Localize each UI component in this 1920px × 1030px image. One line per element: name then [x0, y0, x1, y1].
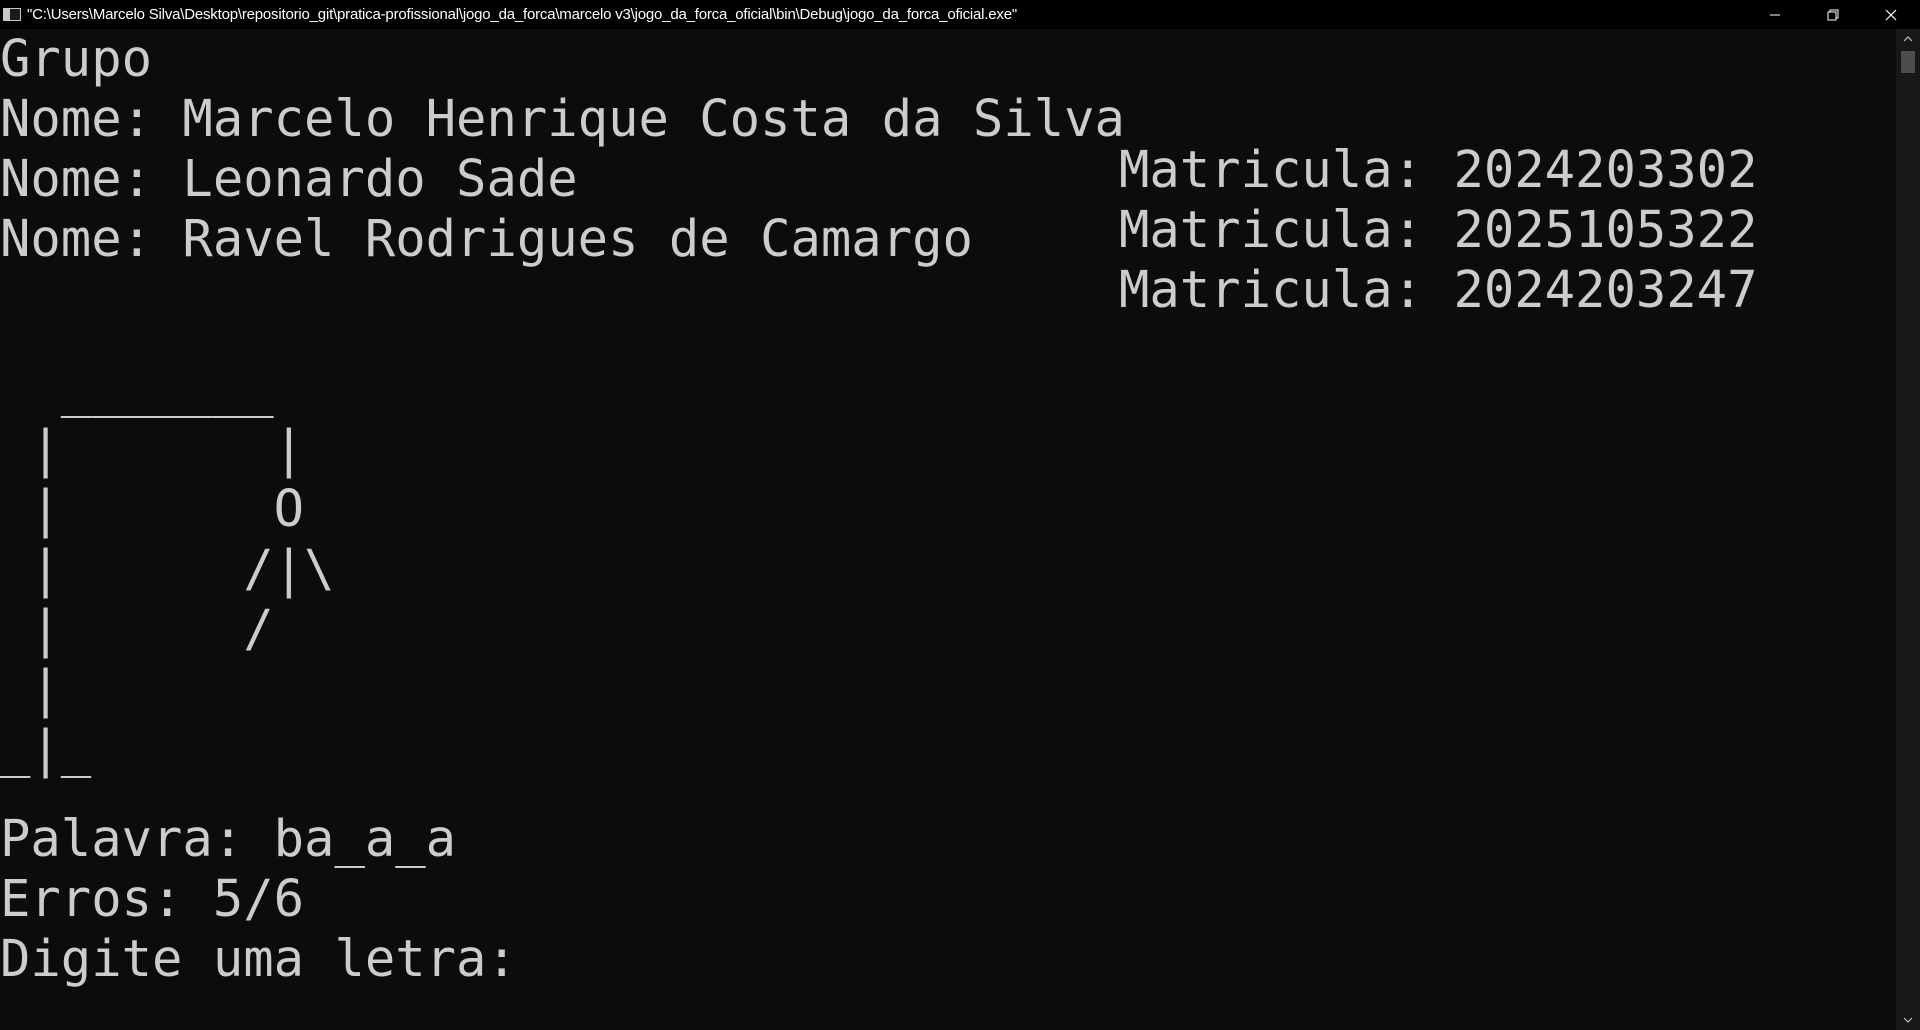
- chevron-down-icon: [1903, 1017, 1913, 1023]
- scroll-up-button[interactable]: [1896, 29, 1920, 49]
- member-name-2: Nome: Leonardo Sade: [0, 149, 578, 208]
- restore-button[interactable]: [1804, 0, 1862, 29]
- word-display: Palavra: ba_a_a: [0, 809, 457, 868]
- scroll-down-button[interactable]: [1896, 1010, 1920, 1030]
- letter-prompt: Digite uma letra:: [0, 929, 517, 988]
- window-controls: [1746, 0, 1920, 29]
- console-output[interactable]: Grupo Nome: Marcelo Henrique Costa da Si…: [0, 29, 1896, 1030]
- close-button[interactable]: [1862, 0, 1920, 29]
- member-registration-2: Matricula: 2025105322: [1119, 199, 1758, 259]
- minimize-button[interactable]: [1746, 0, 1804, 29]
- gallows-line-4: | /|\: [0, 539, 335, 598]
- member-registration-3: Matricula: 2024203247: [1119, 259, 1758, 319]
- close-icon: [1885, 9, 1897, 20]
- gallows-line-6: |: [0, 659, 61, 718]
- group-header: Grupo: [0, 29, 153, 88]
- gallows-line-5: | /: [0, 599, 274, 658]
- title-bar[interactable]: "C:\Users\Marcelo Silva\Desktop\reposito…: [0, 0, 1920, 29]
- restore-icon: [1827, 9, 1839, 20]
- gallows-line-7: _|_: [0, 719, 92, 778]
- gallows-line-3: | O: [0, 479, 305, 538]
- scroll-thumb[interactable]: [1901, 51, 1915, 73]
- member-name-1: Nome: Marcelo Henrique Costa da Silva: [0, 89, 1125, 148]
- console-window: "C:\Users\Marcelo Silva\Desktop\reposito…: [0, 0, 1920, 1030]
- member-name-3: Nome: Ravel Rodrigues de Camargo: [0, 209, 973, 268]
- gallows-line-2: | |: [0, 419, 305, 478]
- member-registration-1: Matricula: 2024203302: [1119, 139, 1758, 199]
- vertical-scrollbar[interactable]: [1896, 29, 1920, 1030]
- errors-counter: Erros: 5/6: [0, 869, 305, 928]
- chevron-up-icon: [1903, 36, 1913, 42]
- console-app-icon[interactable]: [3, 8, 21, 21]
- gallows-line-1: _______: [0, 359, 274, 418]
- window-title: "C:\Users\Marcelo Silva\Desktop\reposito…: [27, 6, 1017, 23]
- minimize-icon: [1770, 14, 1780, 15]
